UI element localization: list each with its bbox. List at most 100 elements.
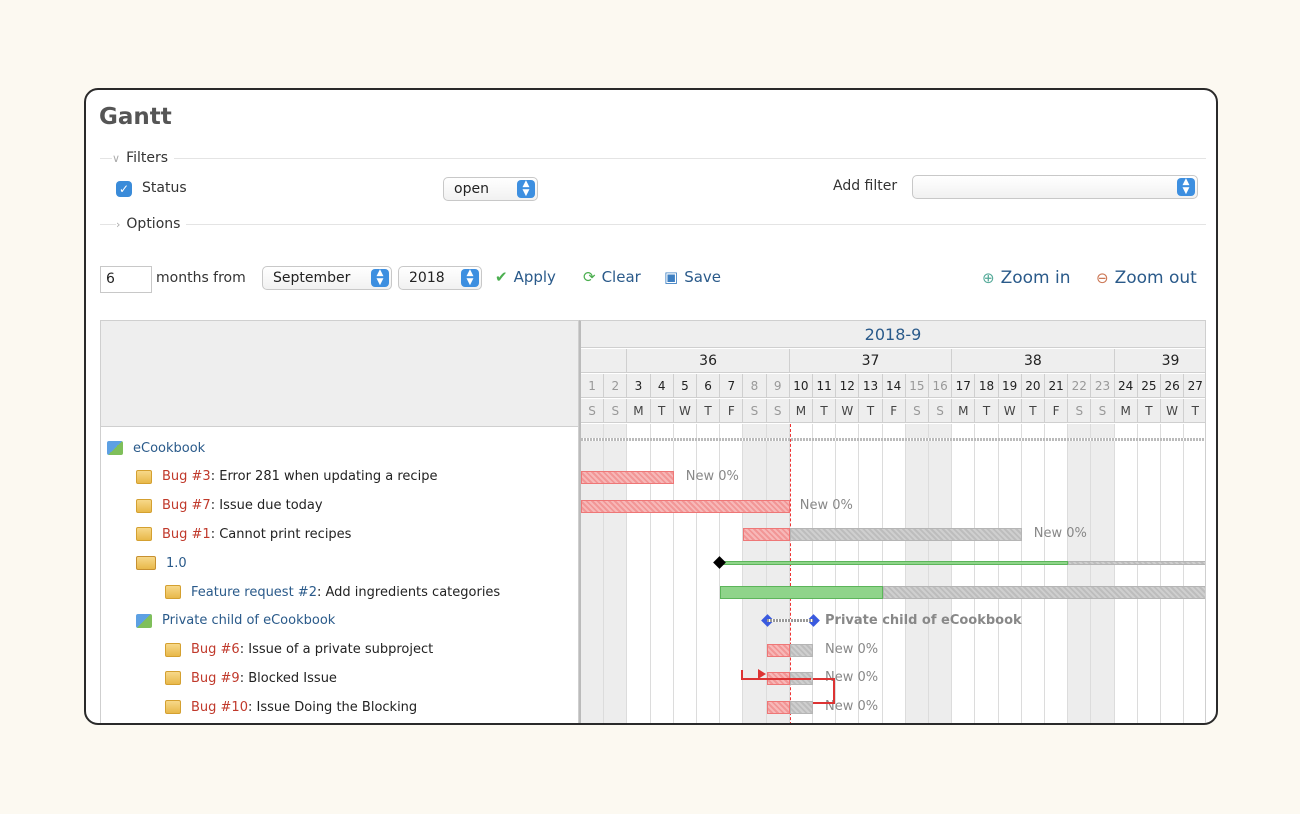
clear-button[interactable]: ⟳ Clear <box>583 268 641 286</box>
subject-text: : Issue of a private subproject <box>239 642 434 658</box>
day-number: 1 <box>581 374 605 398</box>
project-icon <box>107 441 123 455</box>
blocks-relation-arrow <box>757 669 766 680</box>
project-row: eCookbook <box>107 434 205 462</box>
zoom-out-icon: ⊖ <box>1096 269 1109 287</box>
months-input[interactable]: 6 <box>100 266 152 293</box>
private-label: Private child of eCookbook <box>825 612 1022 628</box>
day-number: 15 <box>905 374 929 398</box>
day-number: 23 <box>1091 374 1115 398</box>
day-name: W <box>673 399 697 423</box>
add-filter-select[interactable]: ▲ ▼ <box>912 175 1198 199</box>
zoom-out-label: Zoom out <box>1114 268 1197 288</box>
day-number: 11 <box>813 374 837 398</box>
gantt-window: Gantt ∨ Filters ✓ Status open ▲ ▼ Add fil… <box>84 88 1218 725</box>
zoom-in-button[interactable]: ⊕ Zoom in <box>982 268 1071 288</box>
options-legend[interactable]: › Options <box>116 216 187 232</box>
bug-3-label: New 0% <box>685 468 739 484</box>
subject-link[interactable]: Bug #10 <box>191 700 248 715</box>
month-select[interactable]: September ▲ ▼ <box>262 266 392 290</box>
chevron-down-icon: ∨ <box>112 151 121 165</box>
subject-link[interactable]: Bug #7 <box>162 498 211 513</box>
issue-row: Bug #6: Issue of a private subproject <box>165 636 433 664</box>
day-number: 24 <box>1114 374 1138 398</box>
private-line <box>766 618 813 622</box>
bug-7-bar <box>581 499 790 513</box>
week-header: 38 <box>952 349 1115 373</box>
subject-link[interactable]: eCookbook <box>133 441 205 456</box>
day-column <box>929 424 953 723</box>
issue-row: Bug #9: Blocked Issue <box>165 664 337 692</box>
day-number: 17 <box>952 374 976 398</box>
day-column <box>883 424 906 723</box>
day-number: 8 <box>743 374 767 398</box>
issue-icon <box>136 498 152 513</box>
issue-row: Bug #7: Issue due today <box>136 492 323 520</box>
year-select[interactable]: 2018 ▲ ▼ <box>398 266 482 290</box>
zoom-out-button[interactable]: ⊖ Zoom out <box>1096 268 1197 288</box>
gantt-chart-panel: 2018-9 36 37 38 39 1 S 2 S 3 M 4 T 5 W 6 T 7 F 8 S 9 S 10 M 11 T 1… <box>579 320 1206 723</box>
day-name: T <box>859 399 883 423</box>
subject-link[interactable]: Bug #9 <box>191 671 240 686</box>
blocks-relation-line <box>813 678 835 705</box>
select-arrows-icon: ▲ ▼ <box>461 269 479 287</box>
day-name: S <box>604 399 628 423</box>
select-arrows-icon: ▲ ▼ <box>1177 178 1195 196</box>
apply-button[interactable]: ✔ Apply <box>495 268 556 286</box>
day-number: 10 <box>789 374 813 398</box>
day-number: 9 <box>766 374 790 398</box>
bug-1-label: New 0% <box>1033 526 1087 542</box>
issue-icon <box>136 527 152 542</box>
day-column <box>1184 424 1205 723</box>
day-number: 21 <box>1045 374 1069 398</box>
save-label: Save <box>684 268 722 286</box>
day-number: 20 <box>1021 374 1045 398</box>
subject-text: : Add ingredients categories <box>316 584 501 600</box>
day-name: S <box>905 399 929 423</box>
subject-link[interactable]: Private child of eCookbook <box>162 613 335 628</box>
week-header-blank <box>581 349 628 373</box>
bug-10-bar-late <box>766 701 790 715</box>
day-name: M <box>1114 399 1138 423</box>
save-button[interactable]: ▣ Save <box>664 268 721 286</box>
status-checkbox[interactable]: ✓ <box>116 181 132 197</box>
status-operator-select[interactable]: open ▲ ▼ <box>443 177 538 201</box>
zoom-in-label: Zoom in <box>1000 268 1071 288</box>
day-number: 13 <box>859 374 883 398</box>
floppy-disk-icon: ▣ <box>664 268 679 286</box>
subject-link[interactable]: Feature request #2 <box>191 585 317 600</box>
day-column <box>627 424 651 723</box>
day-number: 25 <box>1137 374 1161 398</box>
project-row: Private child of eCookbook <box>136 607 335 635</box>
feature-2-bar-rest <box>882 586 1205 599</box>
day-column <box>1022 424 1045 723</box>
subject-text: : Error 281 when updating a recipe <box>210 469 438 485</box>
clear-label: Clear <box>601 268 641 286</box>
issue-icon <box>165 671 181 686</box>
day-column <box>604 424 628 723</box>
subject-link[interactable]: 1.0 <box>166 556 187 571</box>
bug-6-bar-late <box>766 643 790 657</box>
filters-legend[interactable]: ∨ Filters <box>112 150 175 166</box>
day-column <box>1091 424 1115 723</box>
version-bar-rest <box>1068 561 1205 566</box>
day-number: 26 <box>1161 374 1185 398</box>
bug-6-bar <box>789 643 813 657</box>
feature-2-bar <box>720 586 883 599</box>
day-number: 22 <box>1068 374 1092 398</box>
day-name: T <box>697 399 721 423</box>
day-number: 6 <box>697 374 721 398</box>
subject-link[interactable]: Bug #3 <box>162 469 211 484</box>
filters-legend-label: Filters <box>126 150 169 166</box>
week-header: 36 <box>627 349 790 373</box>
year-value: 2018 <box>409 270 445 286</box>
bug-10-bar <box>789 701 813 715</box>
blocks-relation-line <box>741 678 811 681</box>
issue-row: Bug #3: Error 281 when updating a recipe <box>136 463 437 491</box>
subject-text: : Blocked Issue <box>239 670 337 686</box>
bug-7-label: New 0% <box>799 497 853 513</box>
subject-link[interactable]: Bug #6 <box>191 642 240 657</box>
subject-link[interactable]: Bug #1 <box>162 527 211 542</box>
day-name: F <box>720 399 744 423</box>
issue-row: Bug #1: Cannot print recipes <box>136 520 351 548</box>
